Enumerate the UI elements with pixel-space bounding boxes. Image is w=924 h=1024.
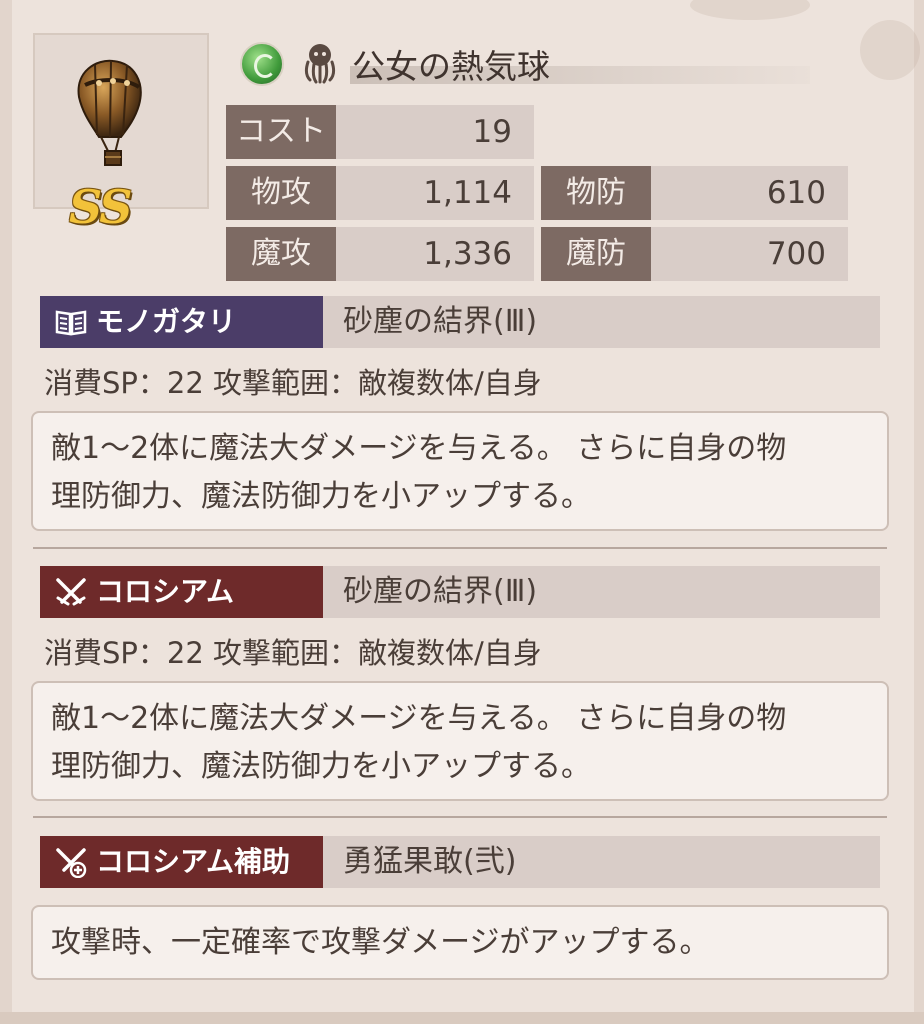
section-divider xyxy=(33,816,887,818)
section-divider xyxy=(33,547,887,549)
stat-mdef-value: 700 xyxy=(766,236,826,272)
stat-matk-label: 魔攻 xyxy=(226,227,336,281)
sword-support-icon xyxy=(56,848,87,878)
item-name: 公女の熱気球 xyxy=(352,47,550,86)
monogatari-sp-info: 消費SP：22 攻撃範囲：敵複数体/自身 xyxy=(44,366,542,400)
colosseum-description: 敵1～2体に魔法大ダメージを与える。 さらに自身の物 理防御力、魔法防御力を小ア… xyxy=(31,681,889,801)
monogatari-description-line: 理防御力、魔法防御力を小アップする。 xyxy=(51,479,591,514)
monogatari-skill-name: 砂塵の結界(Ⅲ) xyxy=(343,304,538,339)
rank-badge: SS xyxy=(69,180,132,234)
stat-physical-attack: 物攻 1,114 xyxy=(226,166,534,220)
octopus-icon xyxy=(304,44,336,84)
monogatari-tag-label: モノガタリ xyxy=(96,305,237,338)
monogatari-description-line: 敵1～2体に魔法大ダメージを与える。 さらに自身の物 xyxy=(51,431,787,466)
monogatari-tag: モノガタリ xyxy=(40,296,323,348)
monogatari-description: 敵1～2体に魔法大ダメージを与える。 さらに自身の物 理防御力、魔法防御力を小ア… xyxy=(31,411,889,531)
stat-cost-label: コスト xyxy=(226,105,336,159)
colosseum-support-tag: コロシアム補助 xyxy=(40,836,323,888)
colosseum-description-line: 理防御力、魔法防御力を小アップする。 xyxy=(51,749,591,784)
stat-patk-value: 1,114 xyxy=(423,175,512,211)
element-orb-icon xyxy=(240,42,284,86)
stat-magic-attack: 魔攻 1,336 xyxy=(226,227,534,281)
stat-physical-defense: 物防 610 xyxy=(541,166,848,220)
colosseum-description-line: 敵1～2体に魔法大ダメージを与える。 さらに自身の物 xyxy=(51,701,787,736)
colosseum-tag: コロシアム xyxy=(40,566,323,618)
stat-magic-defense: 魔防 700 xyxy=(541,227,848,281)
colosseum-support-skill-name: 勇猛果敢(弐) xyxy=(343,844,517,879)
colosseum-support-description: 攻撃時、一定確率で攻撃ダメージがアップする。 xyxy=(31,905,889,980)
colosseum-sp-info: 消費SP：22 攻撃範囲：敵複数体/自身 xyxy=(44,636,542,670)
item-portrait[interactable]: SS xyxy=(33,33,209,234)
item-title-row: 公女の熱気球 xyxy=(240,38,820,88)
paper-stain xyxy=(690,0,810,20)
paper-stain xyxy=(860,20,920,80)
stat-matk-value: 1,336 xyxy=(423,236,512,272)
colosseum-support-description-line: 攻撃時、一定確率で攻撃ダメージがアップする。 xyxy=(51,925,710,960)
colosseum-support-skill-header: コロシアム補助 勇猛果敢(弐) xyxy=(40,836,880,888)
stat-patk-label: 物攻 xyxy=(226,166,336,220)
bottom-strip xyxy=(0,1012,924,1024)
stat-mdef-label: 魔防 xyxy=(541,227,651,281)
stat-pdef-label: 物防 xyxy=(541,166,651,220)
stat-cost-value: 19 xyxy=(472,114,512,150)
colosseum-tag-label: コロシアム xyxy=(96,575,235,608)
stat-pdef-value: 610 xyxy=(766,175,826,211)
book-icon xyxy=(55,310,87,336)
colosseum-skill-name: 砂塵の結界(Ⅲ) xyxy=(343,574,538,609)
colosseum-support-tag-label: コロシアム補助 xyxy=(96,845,291,878)
colosseum-skill-header: コロシアム 砂塵の結界(Ⅲ) xyxy=(40,566,880,618)
stat-cost: コスト 19 xyxy=(226,105,534,159)
monogatari-skill-header: モノガタリ 砂塵の結界(Ⅲ) xyxy=(40,296,880,348)
crossed-swords-icon xyxy=(56,578,86,606)
